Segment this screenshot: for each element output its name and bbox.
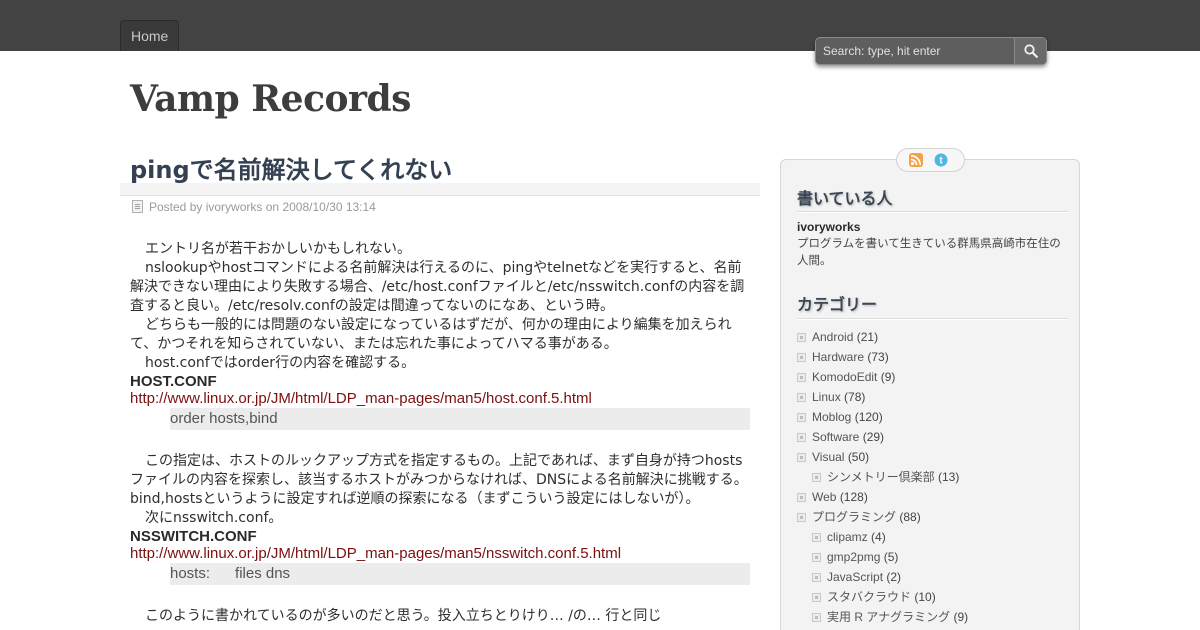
rss-icon[interactable] [909,153,923,167]
site-title[interactable]: Vamp Records [130,78,411,120]
bullet-icon [812,533,821,542]
bullet-icon [797,373,806,382]
post-meta: Posted by ivoryworks on 2008/10/30 13:14 [132,200,376,214]
post-paragraph: この指定は、ホストのルックアップ方式を指定するもの。上記であれば、まず自身が持つ… [130,453,748,507]
category-item: スタバクラウド (10) [797,587,1067,607]
twitter-icon[interactable]: t [934,153,948,167]
search-input[interactable] [816,38,1014,64]
category-item: 実用 R アナグラミング (9) [797,607,1067,627]
category-count: (2) [886,570,902,584]
category-link[interactable]: シンメトリー倶楽部 [827,470,935,484]
nav-home-tab[interactable]: Home [120,20,180,51]
category-count: (128) [839,490,868,504]
post-paragraph: エントリ名が若干おかしいかもしれない。 [145,241,411,257]
post-paragraph: host.confではorder行の内容を確認する。 [145,355,416,371]
post-paragraph: nslookupやhostコマンドによる名前解決は行えるのに、pingやteln… [130,260,745,314]
bullet-icon [797,353,806,362]
category-item: プログラミング (88) [797,507,1067,527]
category-link[interactable]: gmp2pmg [827,550,880,564]
category-count: (4) [871,530,886,544]
category-link[interactable]: Software [812,430,859,444]
category-item: Web (128) [797,487,1067,507]
search-box [815,37,1047,65]
meta-prefix: Posted by [149,200,203,214]
category-item: Moblog (120) [797,407,1067,427]
category-link[interactable]: clipamz [827,530,868,544]
bullet-icon [797,433,806,442]
section-heading-host-conf: HOST.CONF [130,373,217,390]
post-paragraph: このように書かれているのが多いのだと思う。投入立ちとりけり… /の… 行と同じ [145,608,662,624]
bullet-icon [812,593,821,602]
bullet-icon [797,513,806,522]
category-link[interactable]: 実用 R アナグラミング [827,610,950,624]
category-link[interactable]: プログラミング [812,510,896,524]
post-content: エントリ名が若干おかしいかもしれない。 nslookupやhostコマンドによる… [130,240,750,626]
category-link[interactable]: Linux [812,390,841,404]
post-title-divider [120,183,760,196]
author-widget-title: 書いている人 [797,189,893,208]
category-list: Android (21) Hardware (73) KomodoEdit (9) L… [797,327,1067,627]
category-item: gmp2pmg (5) [797,547,1067,567]
widget-divider [797,318,1068,319]
bullet-icon [797,453,806,462]
search-button[interactable] [1014,38,1046,64]
category-count: (78) [844,390,866,404]
category-item: JavaScript (2) [797,567,1067,587]
category-count: (29) [862,430,885,444]
bullet-icon [797,493,806,502]
category-count: (50) [847,450,870,464]
bullet-icon [812,473,821,482]
category-link[interactable]: Web [812,490,836,504]
meta-on: on [265,200,280,214]
section-heading-nsswitch-conf: NSSWITCH.CONF [130,528,257,545]
document-icon [132,200,143,213]
category-link[interactable]: JavaScript [827,570,883,584]
post-date: 2008/10/30 13:14 [282,200,376,214]
bullet-icon [812,573,821,582]
category-link[interactable]: KomodoEdit [812,370,877,384]
bullet-icon [812,553,821,562]
category-count: (9) [880,370,896,384]
category-count: (120) [854,410,883,424]
category-link[interactable]: Moblog [812,410,851,424]
code-block: order hosts,bind [170,408,750,430]
search-icon [1024,44,1038,58]
category-link[interactable]: スタバクラウド [827,590,911,604]
bullet-icon [797,413,806,422]
category-link[interactable]: Hardware [812,350,864,364]
category-count: (73) [867,350,889,364]
post-paragraph: どちらも一般的には問題のない設定になっているはずだが、何かの理由により編集を加え… [130,317,732,352]
category-count: (21) [856,330,879,344]
category-item: Android (21) [797,327,1067,347]
category-item: Software (29) [797,427,1067,447]
category-link[interactable]: Android [812,330,853,344]
author-description: プログラムを書いて生きている群馬県高崎市在住の人間。 [797,236,1061,267]
host-conf-man-link[interactable]: http://www.linux.or.jp/JM/html/LDP_man-p… [130,390,750,407]
bullet-icon [797,393,806,402]
post-paragraph: 次にnsswitch.conf。 [145,510,283,526]
category-count: (88) [899,510,921,524]
category-count: (9) [953,610,969,624]
widget-divider [797,211,1068,212]
category-item: KomodoEdit (9) [797,367,1067,387]
nsswitch-conf-man-link[interactable]: http://www.linux.or.jp/JM/html/LDP_man-p… [130,545,750,562]
bullet-icon [812,613,821,622]
category-item: Visual (50) [797,447,1067,467]
feed-links: t [896,148,965,172]
post-title[interactable]: pingで名前解決してくれない [130,150,452,185]
code-block: hosts: files dns [170,563,750,585]
author-link[interactable]: ivoryworks [206,200,263,214]
bullet-icon [797,333,806,342]
category-link[interactable]: Visual [812,450,844,464]
category-item: Hardware (73) [797,347,1067,367]
author-name: ivoryworks [797,220,861,234]
category-item: clipamz (4) [797,527,1067,547]
category-count: (10) [914,590,936,604]
category-count: (5) [883,550,899,564]
category-widget-title: カテゴリー [797,295,878,314]
category-item: Linux (78) [797,387,1067,407]
category-count: (13) [938,470,960,484]
category-item: シンメトリー倶楽部 (13) [797,467,1067,487]
